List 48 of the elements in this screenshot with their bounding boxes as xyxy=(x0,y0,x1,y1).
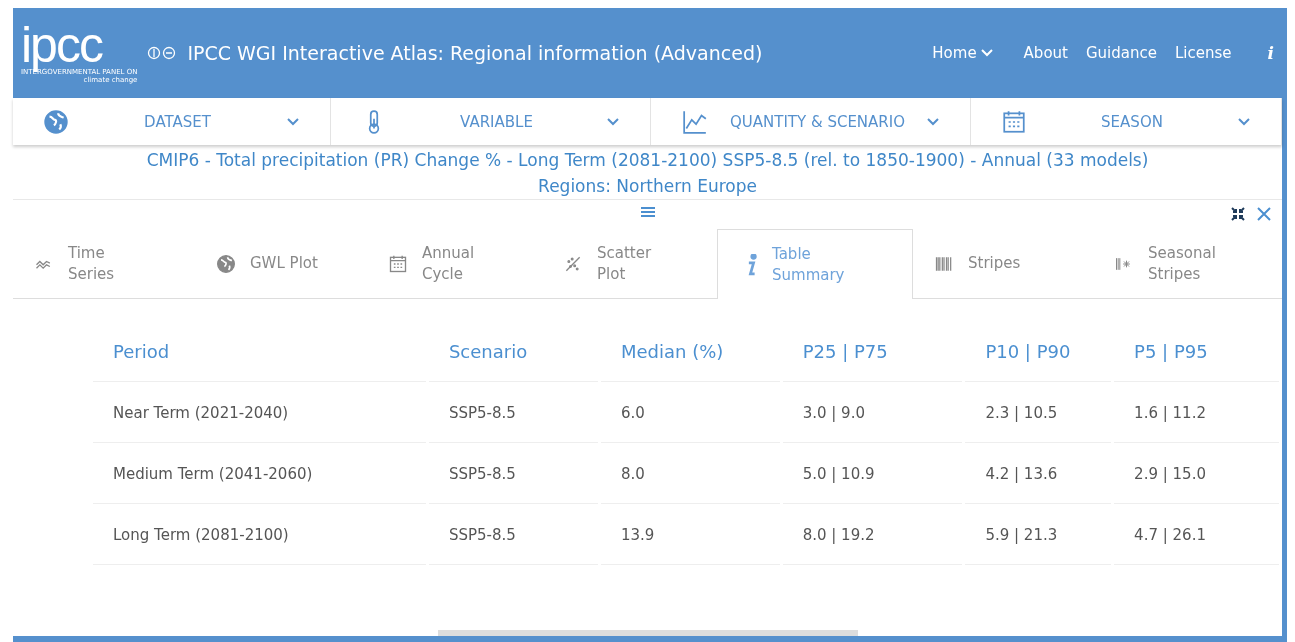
table-cell: SSP5-8.5 xyxy=(428,504,598,565)
scrollbar-thumb[interactable] xyxy=(437,630,858,636)
line-chart-icon xyxy=(681,108,709,135)
selector-dropdown[interactable]: SEASON xyxy=(971,98,1282,145)
nav-link[interactable]: About xyxy=(1023,44,1068,62)
table-cell: SSP5-8.5 xyxy=(428,443,598,504)
table-cell: Near Term (2021-2040) xyxy=(93,382,426,443)
table-cell: 8.0 | 19.2 xyxy=(782,504,963,565)
calendar-icon xyxy=(1001,108,1027,135)
table-cell: Long Term (2081-2100) xyxy=(93,504,426,565)
app-title: IPCC WGI Interactive Atlas: Regional information (Advanced) xyxy=(187,42,763,64)
column-header: Median (%) xyxy=(601,327,780,382)
table-cell: 4.7 | 26.1 xyxy=(1114,504,1279,565)
table-cell: Medium Term (2041-2060) xyxy=(93,443,426,504)
collapse-icon[interactable] xyxy=(1230,206,1246,222)
calendar-icon xyxy=(388,253,408,274)
selector-dropdown[interactable]: DATASET xyxy=(13,98,331,145)
map-caption: CMIP6 - Total precipitation (PR) Change % - Long Term (2081-2100) SSP5-8.5 (rel. to 1850-1900) - Annual (33 models) xyxy=(145,149,1150,172)
menu-icon[interactable] xyxy=(639,206,656,218)
nav-dropdown[interactable]: Home xyxy=(932,44,994,62)
close-icon[interactable] xyxy=(1256,206,1272,222)
column-header: P10 | P90 xyxy=(965,327,1112,382)
column-header: Scenario xyxy=(428,327,598,382)
map-caption: Regions: Northern Europe xyxy=(537,175,758,198)
table-cell: 13.9 xyxy=(601,504,780,565)
nav-link[interactable]: Guidance xyxy=(1085,44,1157,62)
info-icon xyxy=(746,253,758,276)
table-cell: 2.3 | 10.5 xyxy=(965,382,1112,443)
table-cell: 3.0 | 9.0 xyxy=(782,382,963,443)
nav-link[interactable]: License xyxy=(1174,44,1232,62)
table-cell: 1.6 | 11.2 xyxy=(1114,382,1279,443)
table-cell: 4.2 | 13.6 xyxy=(965,443,1112,504)
table-cell: 5.0 | 10.9 xyxy=(782,443,963,504)
table-cell: SSP5-8.5 xyxy=(428,382,598,443)
globe-icon xyxy=(216,253,236,274)
globe-icon xyxy=(43,108,69,135)
selector-dropdown[interactable]: VARIABLE xyxy=(331,98,651,145)
column-header: Period xyxy=(93,327,426,382)
table-cell: 2.9 | 15.0 xyxy=(1114,443,1279,504)
table-cell: 5.9 | 21.3 xyxy=(965,504,1112,565)
emblems-icon xyxy=(147,46,178,60)
table-cell: 6.0 xyxy=(601,382,780,443)
panel-tab[interactable]: Table Summary xyxy=(717,229,913,299)
info-button[interactable]: i xyxy=(1267,43,1274,63)
column-header: P25 | P75 xyxy=(782,327,963,382)
table-cell: 8.0 xyxy=(601,443,780,504)
column-header: P5 | P95 xyxy=(1114,327,1279,382)
selector-dropdown[interactable]: QUANTITY & SCENARIO xyxy=(651,98,971,145)
